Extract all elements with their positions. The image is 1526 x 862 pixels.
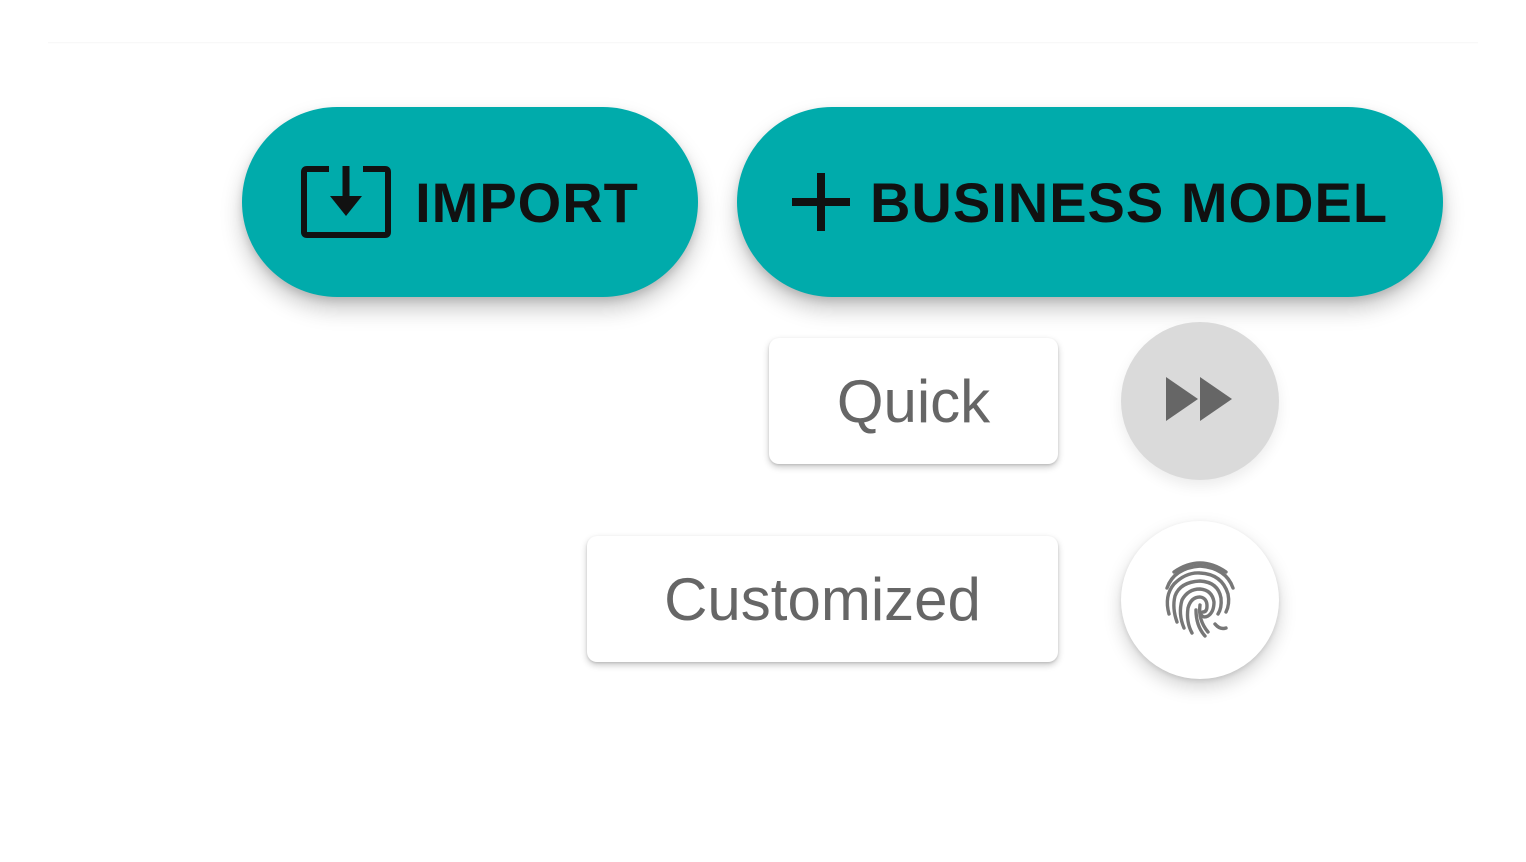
customized-option-button[interactable] <box>1121 521 1279 679</box>
customized-label-text: Customized <box>664 565 981 633</box>
speed-dial-canvas: IMPORT BUSINESS MODEL Quick Customized <box>0 0 1526 862</box>
fingerprint-icon <box>1160 556 1240 645</box>
quick-label-text: Quick <box>836 367 991 435</box>
divider <box>48 42 1478 44</box>
customized-option-label[interactable]: Customized <box>587 536 1058 662</box>
import-label: IMPORT <box>415 170 639 234</box>
import-tray-icon <box>301 166 393 238</box>
add-business-model-button[interactable]: BUSINESS MODEL <box>737 107 1443 297</box>
import-button[interactable]: IMPORT <box>242 107 698 297</box>
plus-icon <box>791 173 850 231</box>
business-model-label: BUSINESS MODEL <box>869 170 1389 234</box>
quick-option-label[interactable]: Quick <box>769 338 1058 464</box>
quick-option-button[interactable] <box>1121 322 1279 480</box>
fast-forward-icon <box>1164 375 1236 428</box>
